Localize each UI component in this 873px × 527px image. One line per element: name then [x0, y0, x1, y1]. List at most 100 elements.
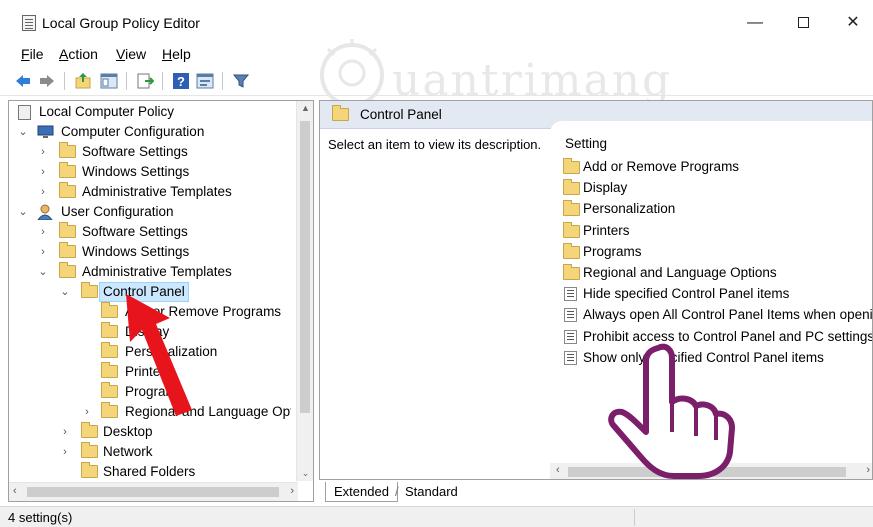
scroll-thumb[interactable]	[568, 467, 846, 477]
tree-item-uc-administrative-templates[interactable]: ⌄ Administrative Templates	[37, 262, 297, 282]
details-pane: Control Panel Select an item to view its…	[319, 100, 873, 480]
folder-open-icon	[59, 262, 76, 278]
chevron-down-icon[interactable]: ⌄	[37, 262, 49, 282]
chevron-right-icon[interactable]: ›	[37, 142, 49, 162]
forward-icon[interactable]	[38, 72, 56, 90]
tree-item-cc-administrative-templates[interactable]: › Administrative Templates	[37, 182, 297, 202]
chevron-right-icon[interactable]: ›	[59, 442, 71, 462]
settings-item-label: Regional and Language Options	[583, 265, 777, 280]
chevron-right-icon[interactable]: ›	[37, 222, 49, 242]
scroll-left-icon[interactable]: ‹	[13, 485, 17, 497]
folder-icon	[563, 200, 580, 217]
scroll-thumb[interactable]	[27, 487, 279, 497]
export-list-icon[interactable]	[136, 72, 154, 90]
help-icon[interactable]: ?	[172, 72, 190, 90]
filter-icon[interactable]	[232, 72, 250, 90]
menu-action[interactable]: Action	[59, 46, 98, 62]
title-bar: Local Group Policy Editor — ✕	[0, 0, 873, 44]
settings-horizontal-scrollbar[interactable]: ‹ ›	[550, 463, 872, 479]
folder-icon	[59, 142, 76, 158]
settings-item-label: Printers	[583, 222, 630, 238]
tree-item-add-remove-programs[interactable]: Add or Remove Programs	[101, 302, 301, 322]
folder-icon	[101, 402, 118, 418]
scroll-up-icon[interactable]: ▲	[297, 103, 313, 113]
tab-standard[interactable]: Standard	[395, 482, 466, 502]
policy-setting-icon	[564, 287, 577, 302]
menu-bar: File Action View Help	[0, 44, 873, 64]
chevron-right-icon[interactable]: ›	[37, 182, 49, 202]
tree-item-display[interactable]: Display	[101, 322, 301, 342]
scroll-right-icon[interactable]: ›	[866, 464, 870, 476]
folder-icon	[101, 362, 118, 378]
toolbar-separator	[64, 72, 65, 90]
folder-icon	[563, 264, 580, 280]
folder-icon	[59, 222, 76, 238]
menu-view[interactable]: View	[116, 46, 146, 62]
tree-item-cc-software-settings[interactable]: › Software Settings	[37, 142, 297, 162]
maximize-button[interactable]	[788, 10, 818, 36]
tree-item-uc-software-settings[interactable]: › Software Settings	[37, 222, 297, 242]
folder-icon	[59, 182, 76, 198]
chevron-right-icon[interactable]: ›	[37, 162, 49, 182]
scroll-thumb[interactable]	[300, 121, 310, 413]
console-tree-pane[interactable]: Local Computer Policy ⌄ Computer Configu…	[8, 100, 314, 502]
tab-extended[interactable]: Extended	[325, 482, 398, 502]
tree-item-cc-windows-settings[interactable]: › Windows Settings	[37, 162, 297, 182]
chevron-down-icon[interactable]: ⌄	[17, 122, 29, 142]
properties-icon[interactable]	[196, 72, 214, 90]
tree-item-uc-windows-settings[interactable]: › Windows Settings	[37, 242, 297, 262]
scroll-down-icon[interactable]: ⌄	[297, 468, 313, 479]
menu-file[interactable]: File	[21, 46, 44, 62]
scroll-right-icon[interactable]: ›	[290, 485, 294, 497]
folder-icon	[332, 105, 349, 121]
close-button[interactable]: ✕	[838, 10, 868, 36]
chevron-right-icon[interactable]: ›	[81, 402, 93, 422]
tree-item-shared-folders[interactable]: Shared Folders	[59, 462, 299, 482]
status-text: 4 setting(s)	[8, 510, 73, 525]
folder-icon	[59, 162, 76, 178]
tree-item-network[interactable]: › Network	[59, 442, 299, 462]
tree-vertical-scrollbar[interactable]: ▲ ⌄	[296, 101, 313, 481]
toolbar-separator	[222, 72, 223, 90]
folder-icon	[563, 221, 580, 238]
tree-item-programs[interactable]: Programs	[101, 382, 301, 402]
tree-item-computer-configuration[interactable]: ⌄ Computer Configuration	[17, 122, 297, 142]
chevron-right-icon[interactable]: ›	[37, 242, 49, 262]
folder-icon	[563, 242, 580, 259]
tree-item-printers[interactable]: Printers	[101, 362, 301, 382]
tree-item-user-configuration[interactable]: ⌄ User Configuration	[17, 202, 297, 222]
tree-item-local-computer-policy[interactable]: Local Computer Policy	[15, 102, 295, 122]
up-folder-icon[interactable]	[74, 72, 92, 90]
tree-horizontal-scrollbar[interactable]: ‹ ›	[9, 482, 298, 501]
details-title: Control Panel	[360, 107, 442, 122]
settings-item-label: Show only specified Control Panel items	[583, 349, 824, 365]
window-title: Local Group Policy Editor	[42, 15, 200, 31]
settings-item-label: Prohibit access to Control Panel and PC …	[583, 328, 873, 344]
tree-item-personalization[interactable]: Personalization	[101, 342, 301, 362]
tree-item-regional-language-options[interactable]: › Regional and Language Options	[81, 402, 291, 422]
folder-icon	[101, 322, 118, 338]
chevron-down-icon[interactable]: ⌄	[17, 202, 29, 222]
menu-help[interactable]: Help	[162, 46, 191, 62]
show-hide-tree-icon[interactable]	[100, 72, 118, 90]
policy-setting-icon	[564, 308, 577, 323]
settings-item-label: Display	[583, 180, 628, 196]
folder-icon	[101, 302, 118, 318]
minimize-button[interactable]: —	[740, 10, 770, 36]
folder-icon	[101, 382, 118, 398]
scroll-left-icon[interactable]: ‹	[556, 464, 560, 476]
settings-item-label: Personalization	[583, 201, 676, 217]
folder-icon	[59, 242, 76, 258]
toolbar-separator	[162, 72, 163, 90]
folder-icon	[81, 442, 98, 458]
chevron-right-icon[interactable]: ›	[59, 422, 71, 442]
settings-item-label: Programs	[583, 243, 642, 259]
tree-item-control-panel[interactable]: ⌄ Control Panel	[59, 282, 299, 302]
folder-icon	[81, 422, 98, 438]
chevron-down-icon[interactable]: ⌄	[59, 282, 71, 302]
tree-item-desktop[interactable]: › Desktop	[59, 422, 299, 442]
settings-item-label: Add or Remove Programs	[583, 159, 740, 174]
back-icon[interactable]	[14, 72, 32, 90]
column-header-setting[interactable]: Setting	[565, 136, 607, 151]
settings-item-label: Always open All Control Panel Items when…	[583, 307, 873, 323]
